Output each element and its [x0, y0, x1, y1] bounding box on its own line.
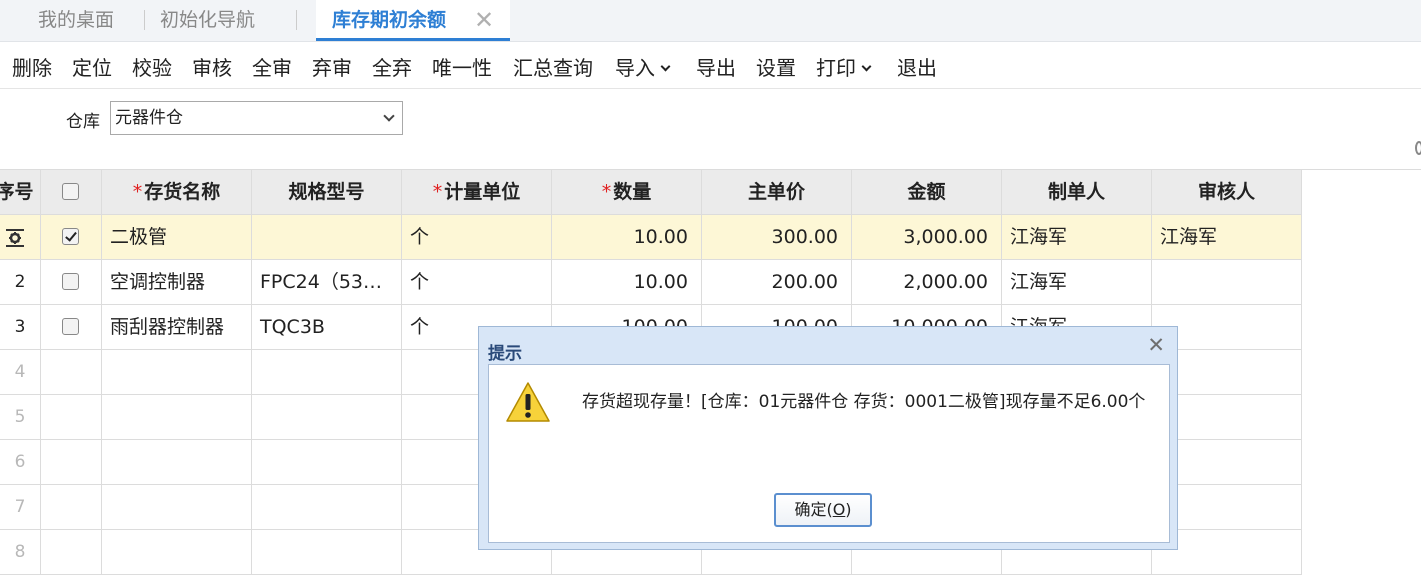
tab-bar: 我的桌面 初始化导航 库存期初余额 ✕	[0, 0, 1421, 42]
import-menu-button[interactable]: 导入	[615, 52, 671, 81]
toolbar: 删除 定位 校验 审核 全审 弃审 全弃 唯一性 汇总查询 导入 导出 设置 打…	[0, 43, 1421, 89]
chevron-down-icon	[660, 61, 671, 72]
settings-button[interactable]: 设置	[756, 52, 796, 81]
table-row[interactable]: 2 空调控制器 FPC24（53… 个 10.00 200.00 2,000.0…	[0, 260, 1302, 305]
cell-index: 4	[0, 350, 41, 395]
cell-maker: 江海军	[1002, 260, 1152, 305]
print-menu-button[interactable]: 打印	[816, 52, 872, 81]
row-checkbox[interactable]	[62, 318, 79, 335]
ok-button[interactable]: 确定(O)	[774, 493, 872, 527]
audit-button[interactable]: 审核	[192, 52, 232, 81]
row-settings-cell	[0, 215, 41, 260]
cell-unit-price[interactable]: 300.00	[702, 215, 852, 260]
select-all-checkbox[interactable]	[62, 183, 79, 200]
row-checkbox[interactable]	[62, 273, 79, 290]
tab-separator	[144, 10, 145, 30]
cell-index: 8	[0, 530, 41, 575]
print-label: 打印	[816, 56, 856, 80]
cell-auditor: 江海军	[1152, 215, 1302, 260]
tab-init-navigation[interactable]: 初始化导航	[160, 0, 255, 42]
dialog-body: 存货超现存量！[仓库：01元器件仓 存货：0001二极管]现存量不足6.00个 …	[488, 364, 1170, 543]
close-icon[interactable]: ✕	[1147, 333, 1165, 357]
row-checkbox[interactable]	[62, 228, 79, 245]
cell-unit[interactable]: 个	[402, 215, 552, 260]
header-auditor: 审核人	[1152, 170, 1302, 215]
warning-icon	[506, 382, 550, 422]
export-button[interactable]: 导出	[696, 52, 736, 81]
scroll-edge-indicator	[1415, 141, 1421, 155]
tab-my-desktop[interactable]: 我的桌面	[38, 0, 114, 42]
header-item-name: * 存货名称	[102, 170, 252, 215]
cell-auditor	[1152, 260, 1302, 305]
chevron-down-icon	[861, 61, 872, 72]
cell-quantity[interactable]: 10.00	[552, 215, 702, 260]
cell-index: 2	[0, 260, 41, 305]
cell-amount[interactable]: 2,000.00	[852, 260, 1002, 305]
unaudit-button[interactable]: 弃审	[312, 52, 352, 81]
grid-header-row: 序号 *存货名称 规格型号 *计量单位 *数量 主单价 金额 制单人 审核人	[0, 170, 1302, 215]
chevron-down-icon	[383, 110, 395, 122]
header-quantity: * 数量	[552, 170, 702, 215]
cell-index: 5	[0, 395, 41, 440]
header-unit: * 计量单位	[402, 170, 552, 215]
header-select-all	[41, 170, 102, 215]
header-spec: 规格型号	[252, 170, 402, 215]
cell-spec[interactable]: TQC3B	[252, 305, 402, 350]
locate-button[interactable]: 定位	[72, 52, 112, 81]
unaudit-all-button[interactable]: 全弃	[372, 52, 412, 81]
cell-spec[interactable]	[252, 215, 402, 260]
table-row[interactable]: 二极管 个 10.00 300.00 3,000.00 江海军 江海军	[0, 215, 1302, 260]
cell-maker: 江海军	[1002, 215, 1152, 260]
cell-unit-price[interactable]: 200.00	[702, 260, 852, 305]
exit-button[interactable]: 退出	[897, 52, 937, 81]
header-index: 序号	[0, 170, 41, 215]
alert-dialog: 提示 ✕ 存货超现存量！[仓库：01元器件仓 存货：0001二极管]现存量不足6…	[478, 326, 1178, 550]
import-label: 导入	[615, 56, 655, 80]
warehouse-select[interactable]: 元器件仓	[110, 101, 403, 135]
header-unit-price: 主单价	[702, 170, 852, 215]
validate-button[interactable]: 校验	[132, 52, 172, 81]
warehouse-value: 元器件仓	[115, 108, 183, 128]
cell-amount[interactable]: 3,000.00	[852, 215, 1002, 260]
summary-query-button[interactable]: 汇总查询	[513, 52, 593, 81]
cell-item-name[interactable]: 空调控制器	[102, 260, 252, 305]
cell-index: 3	[0, 305, 41, 350]
cell-spec[interactable]: FPC24（53…	[252, 260, 402, 305]
row-check-cell	[41, 260, 102, 305]
delete-button[interactable]: 删除	[12, 52, 52, 81]
gear-icon[interactable]	[4, 227, 26, 249]
cell-item-name[interactable]: 雨刮器控制器	[102, 305, 252, 350]
dialog-title: 提示	[488, 344, 522, 364]
cell-item-name[interactable]: 二极管	[102, 215, 252, 260]
row-check-cell	[41, 215, 102, 260]
cell-unit[interactable]: 个	[402, 260, 552, 305]
tab-label: 库存期初余额	[332, 9, 447, 31]
uniqueness-button[interactable]: 唯一性	[432, 52, 492, 81]
header-maker: 制单人	[1002, 170, 1152, 215]
header-amount: 金额	[852, 170, 1002, 215]
audit-all-button[interactable]: 全审	[252, 52, 292, 81]
cell-index: 6	[0, 440, 41, 485]
dialog-message: 存货超现存量！[仓库：01元器件仓 存货：0001二极管]现存量不足6.00个	[582, 392, 1146, 412]
row-check-cell	[41, 305, 102, 350]
cell-quantity[interactable]: 10.00	[552, 260, 702, 305]
cell-index: 7	[0, 485, 41, 530]
tab-separator	[296, 10, 297, 30]
close-icon[interactable]: ✕	[474, 6, 494, 34]
warehouse-label: 仓库	[66, 112, 100, 132]
